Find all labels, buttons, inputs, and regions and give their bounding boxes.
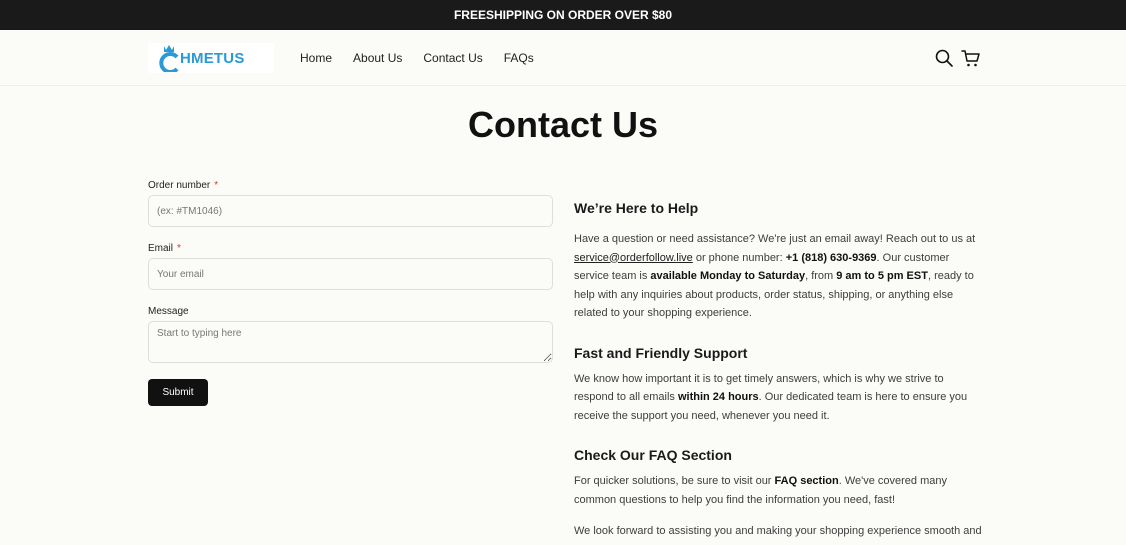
brand-logo[interactable]: HMETUS [148, 43, 274, 73]
submit-button[interactable]: Submit [148, 379, 208, 406]
email-field[interactable] [148, 258, 553, 290]
closing-paragraph: We look forward to assisting you and mak… [574, 525, 982, 537]
message-label: Message [148, 306, 189, 317]
email-label: Email * [148, 243, 181, 254]
support-email-link[interactable]: service@orderfollow.live [574, 252, 693, 264]
required-mark: * [177, 243, 181, 254]
order-number-label: Order number * [148, 180, 219, 191]
announcement-bar: FREESHIPPING ON ORDER OVER $80 [0, 0, 1126, 30]
support-heading: Fast and Friendly Support [574, 344, 748, 361]
support-paragraph: We know how important it is to get timel… [574, 372, 968, 422]
required-mark: * [214, 180, 219, 191]
nav-faqs[interactable]: FAQs [504, 51, 534, 65]
site-header: HMETUS Home About Us Contact Us FAQs [0, 30, 1126, 86]
logo-crown-icon [159, 45, 179, 72]
order-number-input[interactable] [148, 195, 553, 227]
page-title: Contact Us [467, 104, 659, 145]
faq-heading: Check Our FAQ Section [574, 447, 732, 463]
help-heading: We’re Here to Help [574, 200, 699, 216]
nav-contact-us[interactable]: Contact Us [423, 51, 482, 65]
nav-about-us[interactable]: About Us [353, 51, 402, 65]
contact-info: We’re Here to Help Have a question or ne… [574, 200, 984, 541]
search-icon[interactable] [934, 48, 954, 68]
support-phone: +1 (818) 630-9369 [785, 251, 877, 264]
brand-name: HMETUS [180, 49, 245, 67]
cart-icon[interactable] [961, 48, 981, 68]
main-nav: Home About Us Contact Us FAQs [300, 30, 534, 86]
contact-form: Order number* Email* Message Submit [148, 180, 553, 406]
help-paragraph: Have a question or need assistance? We'r… [574, 233, 976, 319]
message-textarea[interactable] [148, 321, 553, 363]
nav-home[interactable]: Home [300, 51, 332, 65]
faq-paragraph: For quicker solutions, be sure to visit … [574, 475, 947, 506]
